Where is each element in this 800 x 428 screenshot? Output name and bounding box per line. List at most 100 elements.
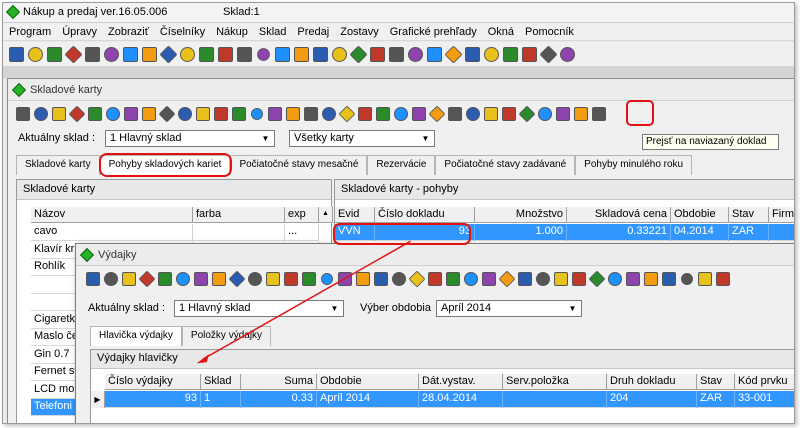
toolbar-icon[interactable] bbox=[572, 272, 586, 286]
toolbar-icon[interactable] bbox=[427, 46, 442, 62]
toolbar-icon[interactable] bbox=[374, 272, 388, 286]
toolbar-icon[interactable] bbox=[199, 46, 214, 62]
toolbar-icon[interactable] bbox=[176, 272, 190, 286]
column-sklad[interactable]: Sklad bbox=[201, 374, 241, 390]
toolbar-icon[interactable] bbox=[392, 272, 406, 286]
toolbar-icon[interactable] bbox=[34, 107, 48, 121]
toolbar-icon[interactable] bbox=[332, 46, 347, 62]
toolbar-icon[interactable] bbox=[446, 272, 460, 286]
table-row[interactable]: 93 1 0.33 Apríl 2014 28.04.2014 204 ZAR … bbox=[105, 391, 794, 408]
column-kod-prvku[interactable]: Kód prvku bbox=[735, 374, 794, 390]
column-dat-vystav[interactable]: Dát.vystav. bbox=[419, 374, 503, 390]
toolbar-icon[interactable] bbox=[248, 272, 262, 286]
column-serv-polozka[interactable]: Serv.položka bbox=[503, 374, 607, 390]
tab-pohyby-minuleho-roku[interactable]: Pohyby minulého roku bbox=[575, 155, 693, 175]
toolbar-icon[interactable] bbox=[158, 272, 172, 286]
toolbar-icon[interactable] bbox=[68, 105, 86, 123]
menu-zostavy[interactable]: Zostavy bbox=[340, 26, 379, 38]
toolbar-icon[interactable] bbox=[85, 46, 100, 62]
toolbar-icon[interactable] bbox=[16, 107, 30, 121]
toolbar-icon[interactable] bbox=[47, 46, 62, 62]
toolbar-icon[interactable] bbox=[592, 107, 606, 121]
column-stav[interactable]: Stav bbox=[729, 207, 769, 223]
toolbar-icon[interactable] bbox=[539, 44, 558, 64]
toolbar-icon[interactable] bbox=[554, 272, 568, 286]
toolbar-icon[interactable] bbox=[313, 46, 328, 62]
column-druh-dokladu[interactable]: Druh dokladu bbox=[607, 374, 697, 390]
toolbar-icon[interactable] bbox=[86, 272, 100, 286]
toolbar-icon[interactable] bbox=[484, 107, 498, 121]
toolbar-icon[interactable] bbox=[106, 107, 120, 121]
toolbar-icon[interactable] bbox=[122, 272, 136, 286]
column-farba[interactable]: farba bbox=[193, 207, 285, 223]
toolbar-icon[interactable] bbox=[536, 272, 550, 286]
toolbar-icon[interactable] bbox=[482, 272, 496, 286]
toolbar-icon[interactable] bbox=[626, 272, 640, 286]
toolbar-icon[interactable] bbox=[64, 44, 83, 64]
toolbar-icon[interactable] bbox=[608, 272, 622, 286]
table-row[interactable]: cavo... bbox=[31, 224, 319, 241]
toolbar-icon[interactable] bbox=[465, 46, 480, 62]
toolbar-icon[interactable] bbox=[370, 46, 385, 62]
vydajky-aktualny-sklad-select[interactable]: 1 Hlavný sklad ▼ bbox=[174, 300, 344, 317]
karty-filter-select[interactable]: Všetky karty ▼ bbox=[289, 130, 435, 147]
toolbar-icon[interactable] bbox=[448, 107, 462, 121]
tab-skladove-karty[interactable]: Skladové karty bbox=[16, 155, 100, 175]
toolbar-icon[interactable] bbox=[394, 107, 408, 121]
aktualny-sklad-select[interactable]: 1 Hlavný sklad ▼ bbox=[105, 130, 275, 147]
menu-pomocnik[interactable]: Pomocník bbox=[525, 26, 574, 38]
toolbar-icon[interactable] bbox=[556, 107, 570, 121]
toolbar-icon[interactable] bbox=[124, 107, 138, 121]
column-stav[interactable]: Stav bbox=[697, 374, 735, 390]
toolbar-icon[interactable] bbox=[284, 272, 298, 286]
toolbar-icon[interactable] bbox=[52, 107, 66, 121]
column-exp[interactable]: exp bbox=[285, 207, 319, 223]
toolbar-icon[interactable] bbox=[28, 46, 43, 62]
toolbar-icon[interactable] bbox=[212, 272, 226, 286]
menu-zobrazit[interactable]: Zobraziť bbox=[108, 26, 149, 38]
toolbar-icon[interactable] bbox=[228, 270, 246, 288]
toolbar-icon[interactable] bbox=[560, 46, 575, 62]
column-nazov[interactable]: Názov bbox=[31, 207, 193, 223]
column-evid[interactable]: Evid bbox=[335, 207, 375, 223]
toolbar-icon[interactable] bbox=[518, 105, 536, 123]
toolbar-icon[interactable] bbox=[466, 107, 480, 121]
menu-nakup[interactable]: Nákup bbox=[216, 26, 248, 38]
menu-predaj[interactable]: Predaj bbox=[297, 26, 329, 38]
toolbar-icon[interactable] bbox=[159, 44, 178, 64]
toolbar-icon[interactable] bbox=[349, 44, 368, 64]
toolbar-icon[interactable] bbox=[138, 270, 156, 288]
toolbar-icon[interactable] bbox=[503, 46, 518, 62]
toolbar-icon[interactable] bbox=[376, 107, 390, 121]
column-skladova-cena[interactable]: Skladová cena bbox=[567, 207, 671, 223]
column-cislo-dokladu[interactable]: Číslo dokladu bbox=[375, 207, 475, 223]
toolbar-icon[interactable] bbox=[266, 272, 280, 286]
toolbar-icon[interactable] bbox=[428, 272, 442, 286]
toolbar-icon[interactable] bbox=[286, 107, 300, 121]
toolbar-icon[interactable] bbox=[304, 107, 318, 121]
toolbar-icon[interactable] bbox=[678, 270, 696, 288]
tab-rezervacie[interactable]: Rezervácie bbox=[367, 155, 436, 175]
toolbar-icon[interactable] bbox=[196, 107, 210, 121]
toolbar-icon[interactable] bbox=[248, 105, 266, 123]
toolbar-icon[interactable] bbox=[237, 46, 252, 62]
column-cislo-vydajky[interactable]: Číslo výdajky bbox=[105, 374, 201, 390]
toolbar-icon[interactable] bbox=[518, 272, 532, 286]
menu-graficke-prehlady[interactable]: Grafické prehľady bbox=[390, 26, 477, 38]
toolbar-icon[interactable] bbox=[412, 107, 426, 121]
menu-ciselniky[interactable]: Číselníky bbox=[160, 26, 205, 38]
menu-upravy[interactable]: Úpravy bbox=[62, 26, 97, 38]
toolbar-icon[interactable] bbox=[574, 107, 588, 121]
toolbar-icon[interactable] bbox=[408, 270, 426, 288]
toolbar-icon[interactable] bbox=[268, 107, 282, 121]
menu-program[interactable]: Program bbox=[9, 26, 51, 38]
toolbar-icon[interactable] bbox=[123, 46, 138, 62]
toolbar-icon[interactable] bbox=[232, 107, 246, 121]
tab-hlavicka-vydajky[interactable]: Hlavička výdajky bbox=[90, 326, 182, 346]
tab-pociatocne-stavy-mesacne[interactable]: Počiatočné stavy mesačné bbox=[230, 155, 368, 175]
toolbar-icon[interactable] bbox=[358, 107, 372, 121]
toolbar-icon[interactable] bbox=[214, 107, 228, 121]
column-suma[interactable]: Suma bbox=[241, 374, 317, 390]
toolbar-icon[interactable] bbox=[464, 272, 478, 286]
toolbar-icon[interactable] bbox=[218, 46, 233, 62]
